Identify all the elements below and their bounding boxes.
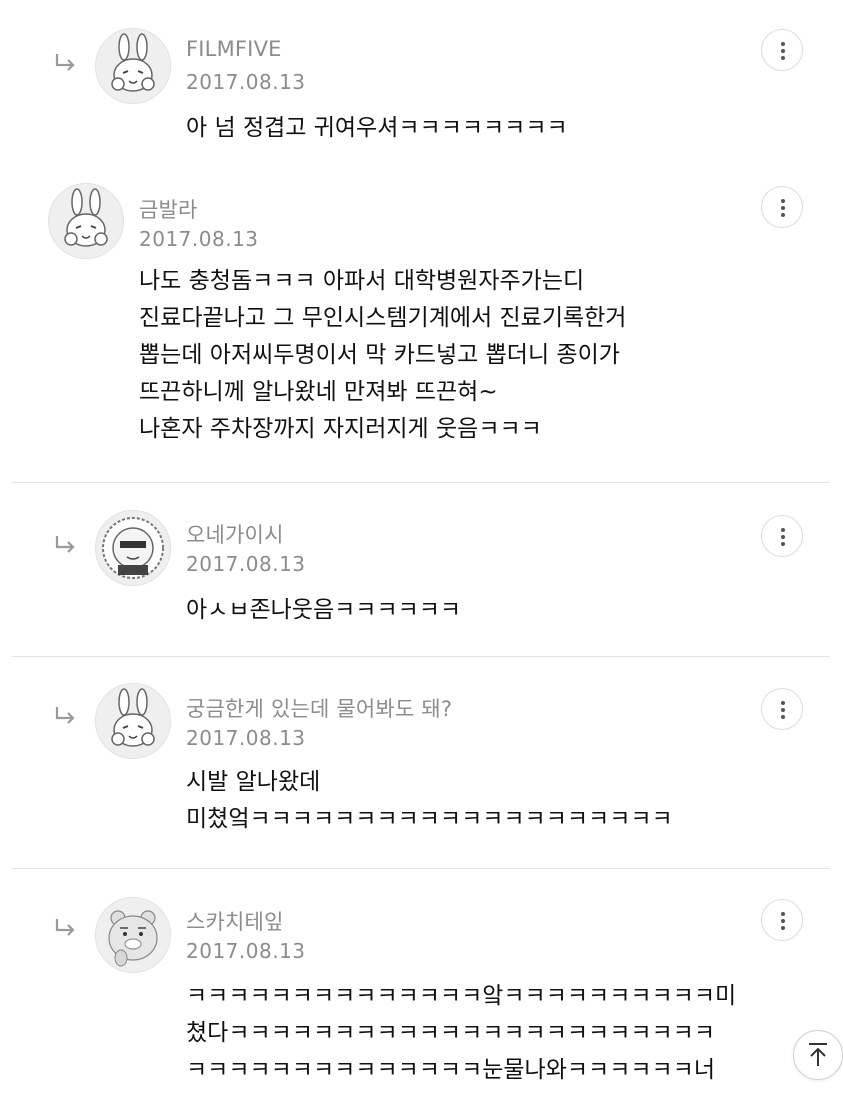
comment-author[interactable]: 금발라 <box>139 194 198 224</box>
comment-body: 나도 충청돔ㅋㅋㅋ 아파서 대학병원자주가는디 진료다끝나고 그 무인시스템기계… <box>139 263 626 448</box>
arrow-up-to-top-icon <box>809 1043 827 1066</box>
comment-body: 아ㅅㅂ존나웃음ㅋㅋㅋㅋㅋㅋ <box>186 592 461 629</box>
comment-author[interactable]: 스카치테잎 <box>186 906 284 936</box>
more-options-button[interactable] <box>761 688 803 730</box>
divider <box>12 482 830 483</box>
comment-author[interactable]: 궁금한게 있는데 물어봐도 돼? <box>186 693 452 723</box>
comment-body: 아 넘 정겹고 귀여우셔ㅋㅋㅋㅋㅋㅋㅋㅋ <box>186 110 568 147</box>
comment-line: 시발 알나왔데 <box>186 769 321 795</box>
divider <box>12 656 830 657</box>
comment-line: 아 넘 정겹고 귀여우셔ㅋㅋㅋㅋㅋㅋㅋㅋ <box>186 115 568 141</box>
rabbit-icon <box>64 188 108 247</box>
comment-author[interactable]: FILMFIVE <box>186 37 282 61</box>
comment-line: 나도 충청돔ㅋㅋㅋ 아파서 대학병원자주가는디 <box>139 268 585 294</box>
rabbit-icon <box>111 688 155 747</box>
comment-line: 뜨끈하니께 알나왔네 만져봐 뜨끈혀~ <box>139 379 498 405</box>
more-options-button[interactable] <box>761 186 803 228</box>
more-options-button[interactable] <box>761 899 803 941</box>
comment-author[interactable]: 오네가이시 <box>186 519 284 549</box>
comment-line: 쳤다ㅋㅋㅋㅋㅋㅋㅋㅋㅋㅋㅋㅋㅋㅋㅋㅋㅋㅋㅋㅋㅋㅋㅋ <box>186 1020 716 1046</box>
comment-line: ㅋㅋㅋㅋㅋㅋㅋㅋㅋㅋㅋㅋㅋㅋ앜ㅋㅋㅋㅋㅋㅋㅋㅋㅋㅋ미 <box>186 983 737 1009</box>
more-vertical-icon <box>781 42 785 60</box>
more-vertical-icon <box>781 912 785 930</box>
rabbit-icon <box>111 33 155 92</box>
avatar[interactable] <box>95 683 171 759</box>
scroll-to-top-button[interactable] <box>793 1030 843 1080</box>
reply-arrow-icon <box>55 919 75 936</box>
comment-date: 2017.08.13 <box>186 726 306 750</box>
comment-line: 아ㅅㅂ존나웃음ㅋㅋㅋㅋㅋㅋ <box>186 597 462 623</box>
avatar[interactable] <box>95 897 171 973</box>
divider <box>12 868 830 869</box>
more-vertical-icon <box>781 528 785 546</box>
avatar[interactable] <box>95 28 171 104</box>
comment-date: 2017.08.13 <box>186 939 306 963</box>
avatar[interactable] <box>48 183 124 259</box>
more-options-button[interactable] <box>761 515 803 557</box>
comment-date: 2017.08.13 <box>139 227 259 251</box>
comment-body: 시발 알나왔데 미쳤엌ㅋㅋㅋㅋㅋㅋㅋㅋㅋㅋㅋㅋㅋㅋㅋㅋㅋㅋㅋㅋ <box>186 764 673 838</box>
more-options-button[interactable] <box>761 29 803 71</box>
comment-body: ㅋㅋㅋㅋㅋㅋㅋㅋㅋㅋㅋㅋㅋㅋ앜ㅋㅋㅋㅋㅋㅋㅋㅋㅋㅋ미 쳤다ㅋㅋㅋㅋㅋㅋㅋㅋㅋㅋㅋ… <box>186 978 736 1089</box>
comment-line: ㅋㅋㅋㅋㅋㅋㅋㅋㅋㅋㅋㅋㅋㅋ눈물나와ㅋㅋㅋㅋㅋㅋ너 <box>186 1057 716 1083</box>
reply-arrow-icon <box>55 707 75 724</box>
character-icon <box>102 517 164 579</box>
avatar[interactable] <box>95 510 171 586</box>
reply-arrow-icon <box>55 536 75 553</box>
comment-line: 미쳤엌ㅋㅋㅋㅋㅋㅋㅋㅋㅋㅋㅋㅋㅋㅋㅋㅋㅋㅋㅋㅋ <box>186 806 673 832</box>
comment-line: 뽑는데 아저씨두명이서 막 카드넣고 뽑더니 종이가 <box>139 342 620 368</box>
more-vertical-icon <box>781 199 785 217</box>
more-vertical-icon <box>781 701 785 719</box>
comment-date: 2017.08.13 <box>186 552 306 576</box>
lion-icon <box>108 910 158 967</box>
reply-arrow-icon <box>55 54 75 71</box>
comment-date: 2017.08.13 <box>186 70 306 94</box>
comment-line: 나혼자 주차장까지 자지러지게 웃음ㅋㅋㅋ <box>139 416 542 442</box>
comment-line: 진료다끝나고 그 무인시스템기계에서 진료기록한거 <box>139 305 627 331</box>
